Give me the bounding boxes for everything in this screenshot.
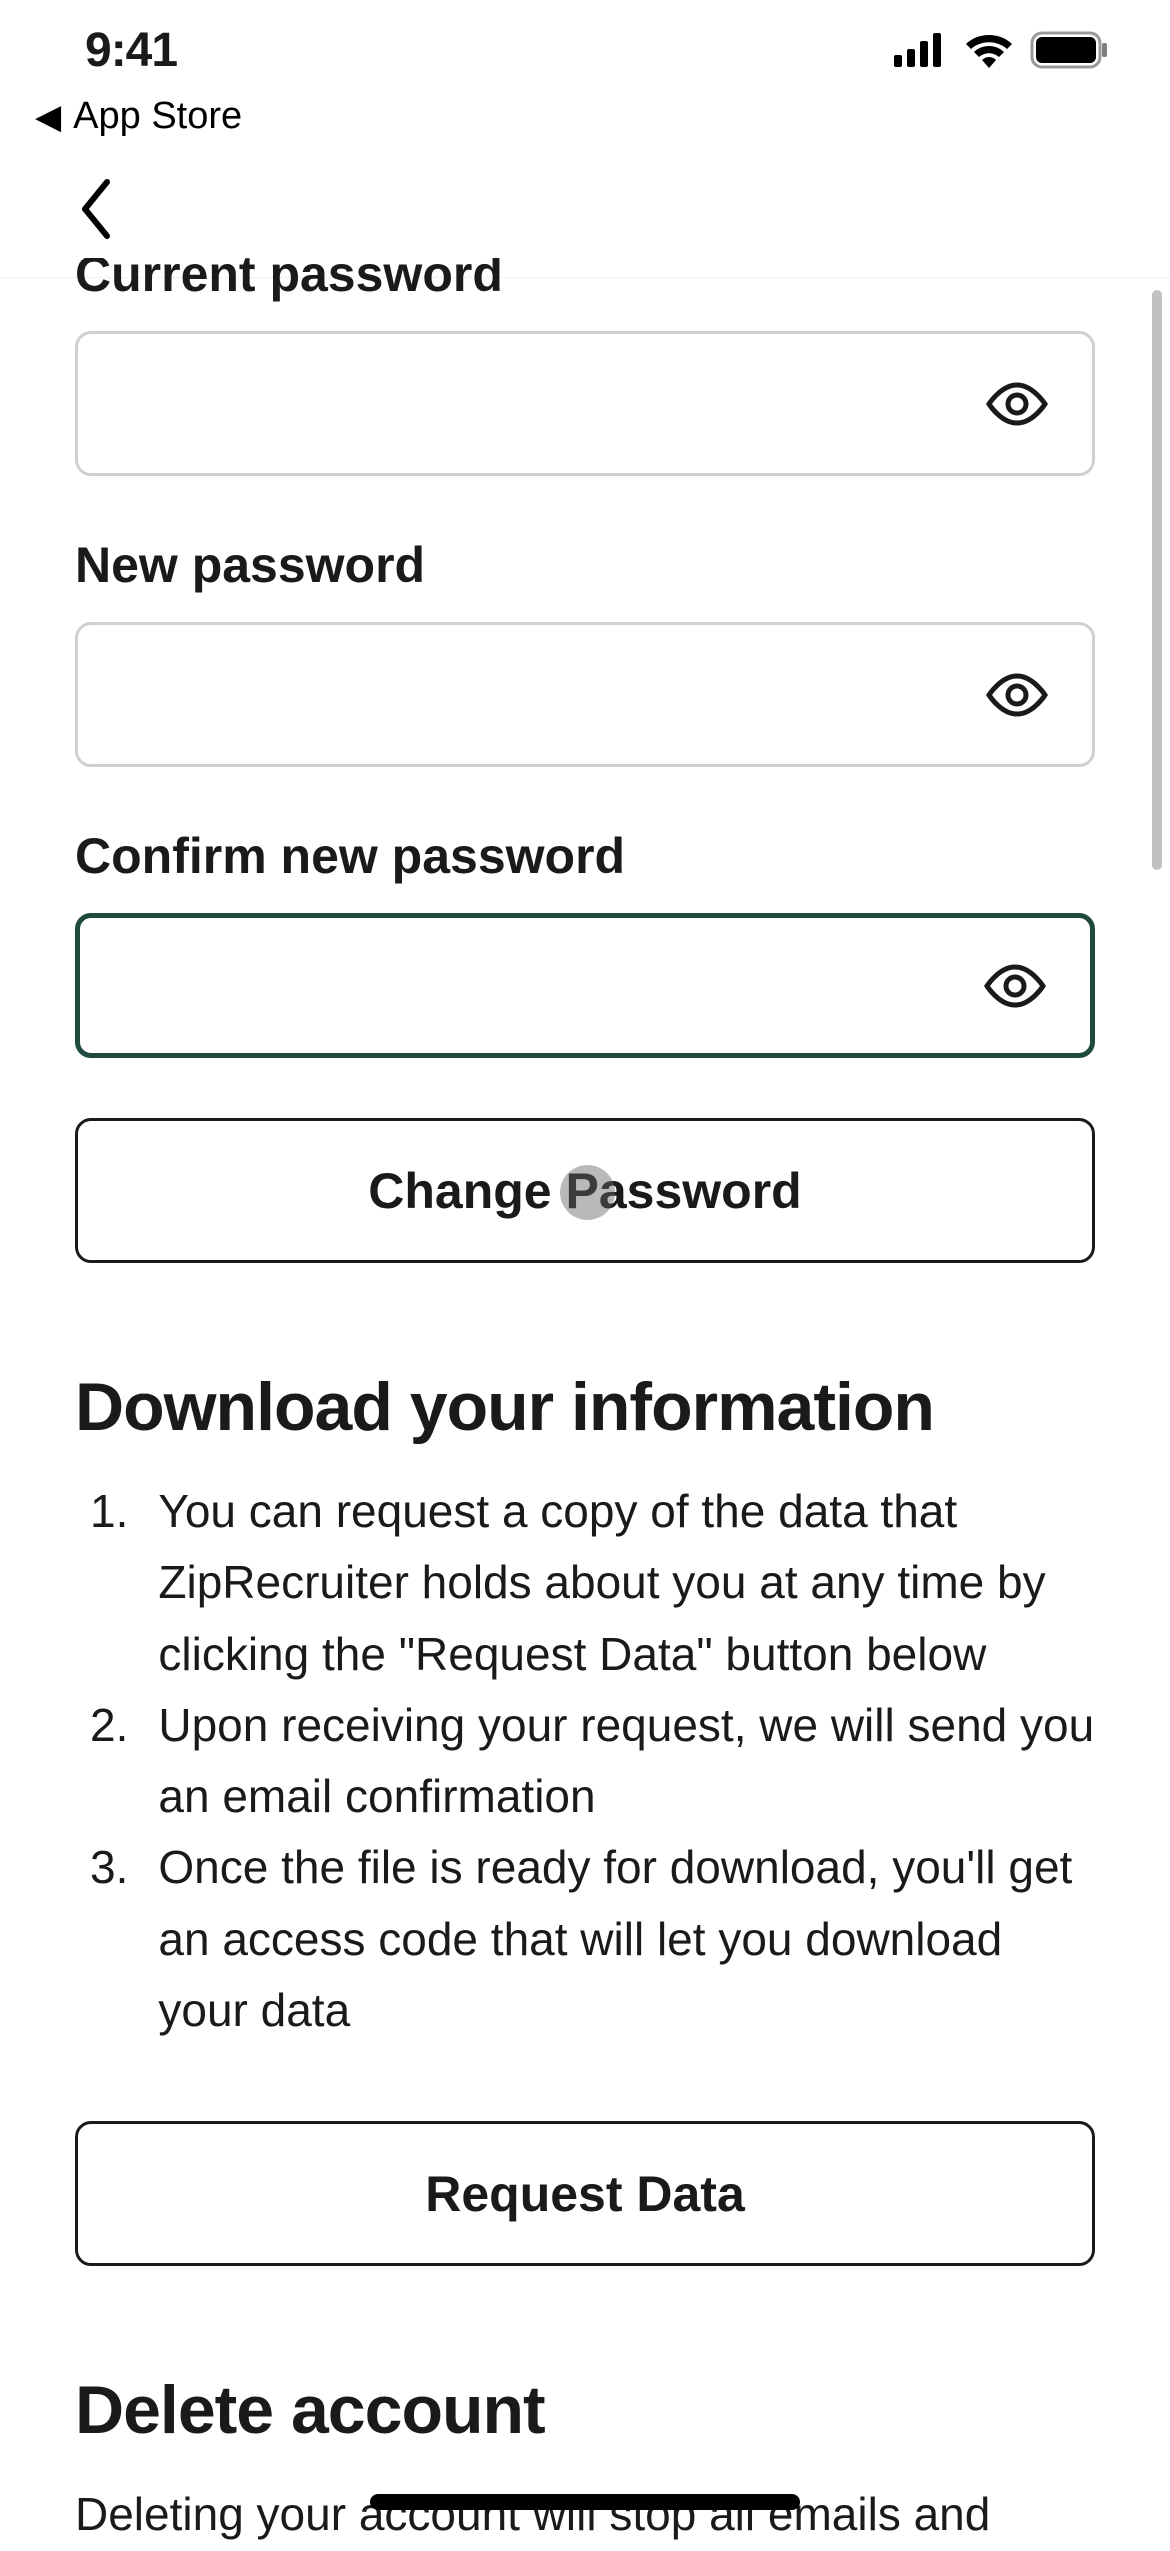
back-button[interactable] [75, 174, 115, 256]
current-password-input[interactable] [108, 379, 982, 429]
home-indicator[interactable] [370, 2494, 800, 2510]
battery-icon [1030, 31, 1110, 69]
status-bar: 9:41 [0, 0, 1170, 100]
list-item: 1. You can request a copy of the data th… [90, 1476, 1095, 1690]
change-password-button[interactable]: Change Password [75, 1118, 1095, 1263]
request-data-button[interactable]: Request Data [75, 2121, 1095, 2266]
status-time: 9:41 [85, 23, 177, 78]
item-number: 2. [90, 1690, 128, 1833]
item-text: Upon receiving your request, we will sen… [158, 1690, 1095, 1833]
confirm-password-label: Confirm new password [75, 827, 1095, 885]
scroll-content: Current password New password Confir [0, 258, 1170, 2551]
item-text: Once the file is ready for download, you… [158, 1832, 1095, 2046]
eye-icon [981, 963, 1049, 1009]
delete-account-body: Deleting your account will stop all emai… [75, 2479, 1095, 2550]
list-item: 2. Upon receiving your request, we will … [90, 1690, 1095, 1833]
wifi-icon [964, 32, 1014, 68]
cellular-icon [894, 33, 948, 67]
status-icons [894, 31, 1110, 69]
current-password-label: Current password [75, 258, 1095, 303]
new-password-label: New password [75, 536, 1095, 594]
confirm-password-wrapper [75, 913, 1095, 1058]
back-triangle-icon: ◀ [35, 97, 61, 137]
current-password-wrapper [75, 331, 1095, 476]
current-password-group: Current password [75, 258, 1095, 476]
new-password-wrapper [75, 622, 1095, 767]
eye-icon [983, 672, 1051, 718]
toggle-current-password-visibility[interactable] [982, 369, 1052, 439]
confirm-password-group: Confirm new password [75, 827, 1095, 1058]
new-password-group: New password [75, 536, 1095, 767]
chevron-left-icon [75, 174, 115, 244]
new-password-input[interactable] [108, 670, 982, 720]
download-info-list: 1. You can request a copy of the data th… [75, 1476, 1095, 2046]
item-text: You can request a copy of the data that … [158, 1476, 1095, 1690]
eye-icon [983, 381, 1051, 427]
scrollbar-thumb[interactable] [1152, 290, 1162, 870]
delete-account-heading: Delete account [75, 2371, 1095, 2449]
back-app-label: App Store [73, 95, 242, 138]
toggle-new-password-visibility[interactable] [982, 660, 1052, 730]
toggle-confirm-password-visibility[interactable] [980, 951, 1050, 1021]
confirm-password-input[interactable] [110, 961, 980, 1011]
item-number: 1. [90, 1476, 128, 1690]
back-to-app[interactable]: ◀ App Store [0, 95, 1170, 138]
list-item: 3. Once the file is ready for download, … [90, 1832, 1095, 2046]
download-info-heading: Download your information [75, 1368, 1095, 1446]
item-number: 3. [90, 1832, 128, 2046]
